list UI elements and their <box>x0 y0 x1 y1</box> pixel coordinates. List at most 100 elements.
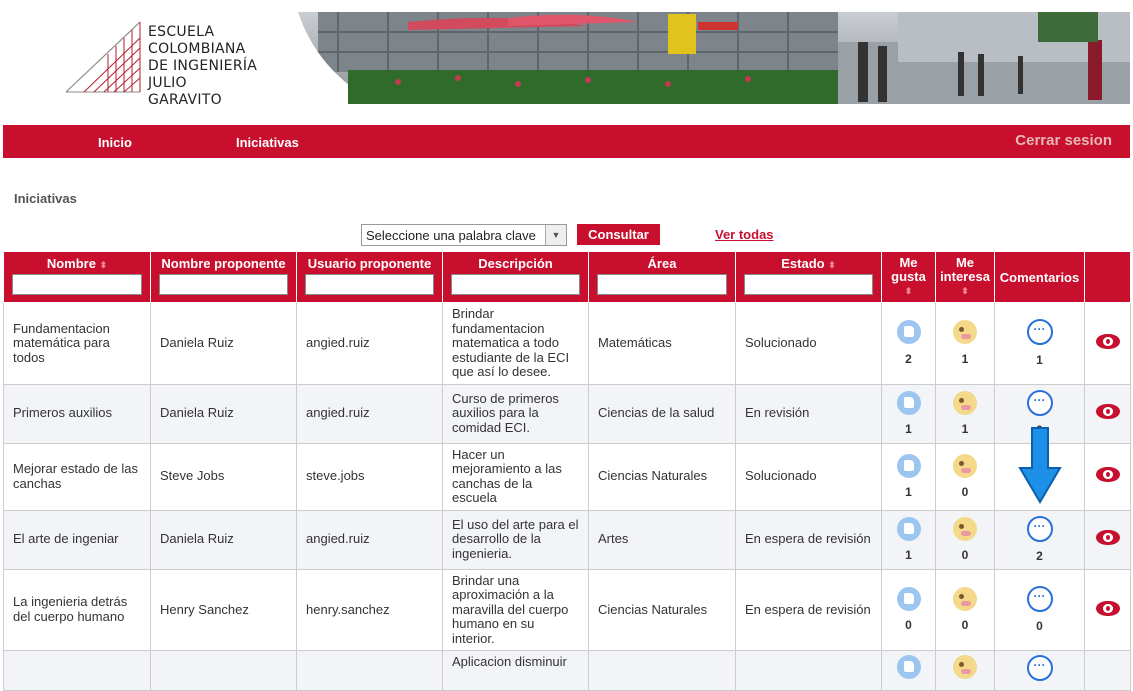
sort-icon[interactable]: ⬍ <box>100 260 108 270</box>
interest-emoji-icon[interactable] <box>953 453 977 478</box>
logo-line: DE INGENIERÍA <box>148 58 258 74</box>
cell-me-interesa <box>935 650 995 691</box>
filter-descripcion-input[interactable] <box>451 274 580 295</box>
sort-icon[interactable]: ⬍ <box>828 260 836 270</box>
cell-me-interesa: 0 <box>935 442 995 511</box>
eye-icon[interactable] <box>1095 530 1120 546</box>
cell-view <box>1084 383 1131 444</box>
col-actions <box>1084 251 1131 303</box>
logo-mark-icon <box>65 21 141 93</box>
cell-me-interesa: 0 <box>935 568 995 651</box>
thumbs-up-icon[interactable] <box>896 320 921 345</box>
logo-line: ESCUELA <box>148 24 215 40</box>
col-label: Nombre <box>46 256 96 271</box>
interest-emoji-icon[interactable] <box>953 586 977 611</box>
cell-nombre: Fundamentacion matemática para todos <box>3 302 151 385</box>
logout-link[interactable]: Cerrar sesion <box>1015 132 1112 149</box>
filter-usuario-input[interactable] <box>305 274 434 295</box>
sort-icon[interactable]: ⬍ <box>884 284 933 298</box>
interest-count: 0 <box>961 618 969 633</box>
col-me-interesa[interactable]: Me interesa ⬍ <box>935 251 995 303</box>
eci-logo: ESCUELA COLOMBIANA DE INGENIERÍA JULIO G… <box>64 18 264 108</box>
cell-proponente: Daniela Ruiz <box>150 509 297 570</box>
comment-icon[interactable] <box>1026 585 1053 612</box>
col-label: Nombre proponente <box>161 256 286 271</box>
cell-me-gusta: 1 <box>881 383 936 444</box>
col-label: Estado <box>781 256 825 271</box>
filter-area-input[interactable] <box>597 274 727 295</box>
cell-descripcion: El uso del arte para el desarrollo de la… <box>442 509 589 570</box>
thumbs-up-icon[interactable] <box>896 586 921 611</box>
cell-nombre: La ingenieria detrás del cuerpo humano <box>3 568 151 651</box>
eye-icon[interactable] <box>1095 467 1120 483</box>
like-count: 0 <box>905 618 912 633</box>
eye-icon[interactable] <box>1095 404 1120 420</box>
like-count: 1 <box>905 548 912 562</box>
cell-estado <box>735 650 882 691</box>
cell-area: Artes <box>588 509 736 570</box>
eye-icon[interactable] <box>1095 334 1120 349</box>
cell-area: Matemáticas <box>588 302 736 385</box>
cell-proponente: Daniela Ruiz <box>150 302 297 385</box>
table-row: Aplicacion disminuir <box>3 650 1131 691</box>
cell-view <box>1084 650 1131 691</box>
thumbs-up-icon[interactable] <box>896 453 921 478</box>
interest-emoji-icon[interactable] <box>953 516 977 541</box>
thumbs-up-icon[interactable] <box>896 516 921 541</box>
cell-me-interesa: 0 <box>935 509 995 570</box>
annotation-arrow-icon <box>1018 427 1062 504</box>
cell-estado: Solucionado <box>735 442 882 511</box>
sort-icon[interactable]: ⬍ <box>938 284 992 298</box>
like-count: 1 <box>905 485 912 499</box>
cell-comentarios: 1 <box>994 302 1085 385</box>
col-area: Área <box>588 251 736 303</box>
logo-line: COLOMBIANA <box>148 41 246 57</box>
cell-nombre: El arte de ingeniar <box>3 509 151 570</box>
cell-descripcion: Curso de primeros auxilios para la comid… <box>442 383 589 444</box>
filter-nombre-input[interactable] <box>12 274 142 295</box>
filter-proponente-input[interactable] <box>159 274 288 295</box>
thumbs-up-icon[interactable] <box>896 390 921 415</box>
cell-nombre <box>3 650 151 691</box>
cell-area: Ciencias de la salud <box>588 383 736 444</box>
keyword-select-value: Seleccione una palabra clave <box>366 228 536 243</box>
page-title: Iniciativas <box>14 191 77 206</box>
col-descripcion: Descripción <box>442 251 589 303</box>
col-label: Usuario proponente <box>307 256 432 271</box>
comment-icon[interactable] <box>1026 655 1053 681</box>
cell-view <box>1084 509 1131 570</box>
cell-usuario: angied.ruiz <box>296 509 443 570</box>
keyword-select[interactable]: Seleccione una palabra clave ▼ <box>361 224 567 246</box>
table-row: El arte de ingeniar Daniela Ruiz angied.… <box>3 509 1131 570</box>
cell-me-gusta: 0 <box>881 568 936 651</box>
comment-icon[interactable] <box>1026 515 1053 542</box>
eye-icon[interactable] <box>1095 600 1120 616</box>
cell-descripcion: Brindar fundamentacion matematica a todo… <box>442 302 589 385</box>
thumbs-up-icon[interactable] <box>896 655 921 679</box>
like-count: 2 <box>905 351 912 366</box>
table-row: La ingenieria detrás del cuerpo humano H… <box>3 568 1131 651</box>
col-nombre-proponente: Nombre proponente <box>150 251 297 303</box>
table-header-row: Nombre ⬍ Nombre proponente Usuario propo… <box>3 251 1131 303</box>
interest-emoji-icon[interactable] <box>953 320 977 345</box>
logo-line: JULIO GARAVITO <box>148 75 222 108</box>
cell-estado: En espera de revisión <box>735 509 882 570</box>
comment-icon[interactable] <box>1026 389 1053 416</box>
col-label: Área <box>647 256 677 271</box>
nav-item-inicio[interactable]: Inicio <box>98 135 132 150</box>
show-all-link[interactable]: Ver todas <box>715 227 774 242</box>
filter-estado-input[interactable] <box>744 274 873 295</box>
col-me-gusta[interactable]: Me gusta ⬍ <box>881 251 936 303</box>
chevron-down-icon[interactable]: ▼ <box>545 225 566 245</box>
comment-icon[interactable] <box>1026 319 1053 346</box>
cell-nombre: Mejorar estado de las canchas <box>3 442 151 511</box>
col-estado[interactable]: Estado ⬍ <box>735 251 882 303</box>
cell-usuario <box>296 650 443 691</box>
nav-item-iniciativas[interactable]: Iniciativas <box>236 135 299 150</box>
consult-button[interactable]: Consultar <box>577 224 660 245</box>
interest-emoji-icon[interactable] <box>953 655 977 679</box>
campus-banner-image <box>258 12 1130 104</box>
col-nombre[interactable]: Nombre ⬍ <box>3 251 151 303</box>
table-row: Primeros auxilios Daniela Ruiz angied.ru… <box>3 383 1131 444</box>
interest-emoji-icon[interactable] <box>953 390 977 415</box>
